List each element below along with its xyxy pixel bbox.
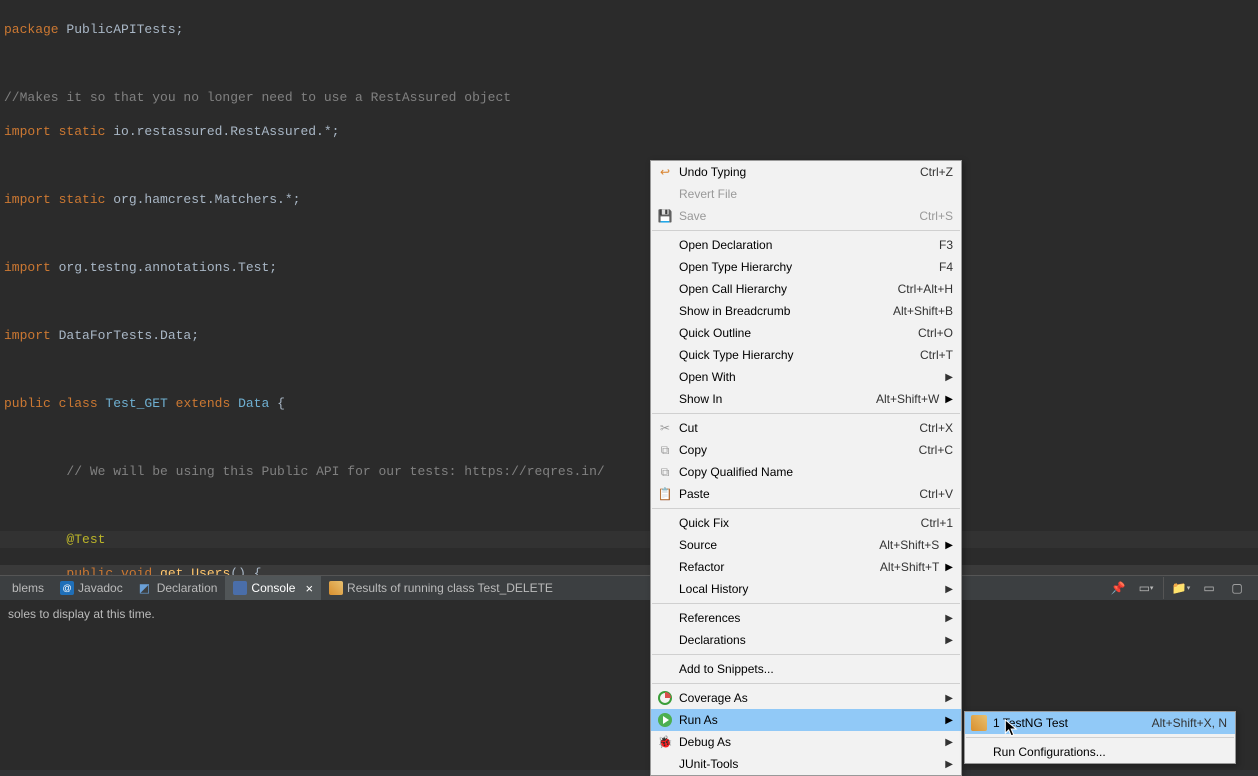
divider: [1163, 577, 1164, 599]
chevron-right-icon: ▶: [945, 759, 953, 770]
testng-icon: [329, 581, 343, 595]
menu-open-declaration[interactable]: Open DeclarationF3: [651, 234, 961, 256]
bottom-tabs: blems @ Javadoc ◩ Declaration Console × …: [0, 576, 1258, 601]
copy-icon: ⧉: [657, 442, 673, 458]
save-icon: 💾: [657, 208, 673, 224]
menu-copy-qualified-name[interactable]: ⧉ Copy Qualified Name: [651, 461, 961, 483]
paste-icon: 📋: [657, 486, 673, 502]
declaration-icon: ◩: [139, 581, 153, 595]
chevron-right-icon: ▶: [945, 635, 953, 646]
minimize-view-button[interactable]: ▭: [1198, 577, 1220, 599]
menu-open-type-hierarchy[interactable]: Open Type HierarchyF4: [651, 256, 961, 278]
tab-results[interactable]: Results of running class Test_DELETE: [321, 576, 561, 600]
console-toolbar: 📌 ▭▾ 📁▾ ▭ ▢: [1107, 577, 1258, 599]
chevron-right-icon: ▶: [945, 737, 953, 748]
coverage-icon: [657, 690, 673, 706]
menu-refactor[interactable]: RefactorAlt+Shift+T▶: [651, 556, 961, 578]
menu-references[interactable]: References▶: [651, 607, 961, 629]
menu-show-in[interactable]: Show InAlt+Shift+W▶: [651, 388, 961, 410]
run-icon: [657, 712, 673, 728]
menu-quick-outline[interactable]: Quick OutlineCtrl+O: [651, 322, 961, 344]
menu-paste[interactable]: 📋 PasteCtrl+V: [651, 483, 961, 505]
run-as-submenu: 1 TestNG TestAlt+Shift+X, N Run Configur…: [964, 711, 1236, 764]
menu-declarations[interactable]: Declarations▶: [651, 629, 961, 651]
submenu-testng-test[interactable]: 1 TestNG TestAlt+Shift+X, N: [965, 712, 1235, 734]
context-menu: ↩ Undo TypingCtrl+Z Revert File 💾 SaveCt…: [650, 160, 962, 776]
chevron-right-icon: ▶: [945, 372, 953, 383]
menu-cut[interactable]: ✂ CutCtrl+X: [651, 417, 961, 439]
cut-icon: ✂: [657, 420, 673, 436]
menu-coverage-as[interactable]: Coverage As▶: [651, 687, 961, 709]
tab-declaration[interactable]: ◩ Declaration: [131, 576, 226, 600]
menu-debug-as[interactable]: 🐞 Debug As▶: [651, 731, 961, 753]
tab-problems[interactable]: blems: [4, 576, 52, 600]
console-icon: [233, 581, 247, 595]
testng-icon: [971, 715, 987, 731]
display-console-button[interactable]: ▭▾: [1135, 577, 1157, 599]
undo-icon: ↩: [657, 164, 673, 180]
menu-save: 💾 SaveCtrl+S: [651, 205, 961, 227]
chevron-right-icon: ▶: [945, 715, 953, 726]
menu-undo-typing[interactable]: ↩ Undo TypingCtrl+Z: [651, 161, 961, 183]
maximize-view-button[interactable]: ▢: [1226, 577, 1248, 599]
pin-console-button[interactable]: 📌: [1107, 577, 1129, 599]
menu-revert-file: Revert File: [651, 183, 961, 205]
code-editor[interactable]: package PublicAPITests; //Makes it so th…: [0, 0, 1258, 575]
menu-local-history[interactable]: Local History▶: [651, 578, 961, 600]
menu-add-to-snippets[interactable]: Add to Snippets...: [651, 658, 961, 680]
menu-quick-type-hierarchy[interactable]: Quick Type HierarchyCtrl+T: [651, 344, 961, 366]
chevron-right-icon: ▶: [945, 693, 953, 704]
debug-icon: 🐞: [657, 734, 673, 750]
menu-show-in-breadcrumb[interactable]: Show in BreadcrumbAlt+Shift+B: [651, 300, 961, 322]
chevron-right-icon: ▶: [945, 613, 953, 624]
menu-copy[interactable]: ⧉ CopyCtrl+C: [651, 439, 961, 461]
menu-quick-fix[interactable]: Quick FixCtrl+1: [651, 512, 961, 534]
menu-open-call-hierarchy[interactable]: Open Call HierarchyCtrl+Alt+H: [651, 278, 961, 300]
tab-console[interactable]: Console ×: [225, 576, 321, 600]
close-icon[interactable]: ×: [305, 581, 313, 596]
menu-open-with[interactable]: Open With▶: [651, 366, 961, 388]
menu-source[interactable]: SourceAlt+Shift+S▶: [651, 534, 961, 556]
copy-qn-icon: ⧉: [657, 464, 673, 480]
javadoc-icon: @: [60, 581, 74, 595]
submenu-run-configurations[interactable]: Run Configurations...: [965, 741, 1235, 763]
menu-run-as[interactable]: Run As▶: [651, 709, 961, 731]
chevron-right-icon: ▶: [945, 584, 953, 595]
menu-junit-tools[interactable]: JUnit-Tools▶: [651, 753, 961, 775]
tab-javadoc[interactable]: @ Javadoc: [52, 576, 131, 600]
open-console-button[interactable]: 📁▾: [1170, 577, 1192, 599]
